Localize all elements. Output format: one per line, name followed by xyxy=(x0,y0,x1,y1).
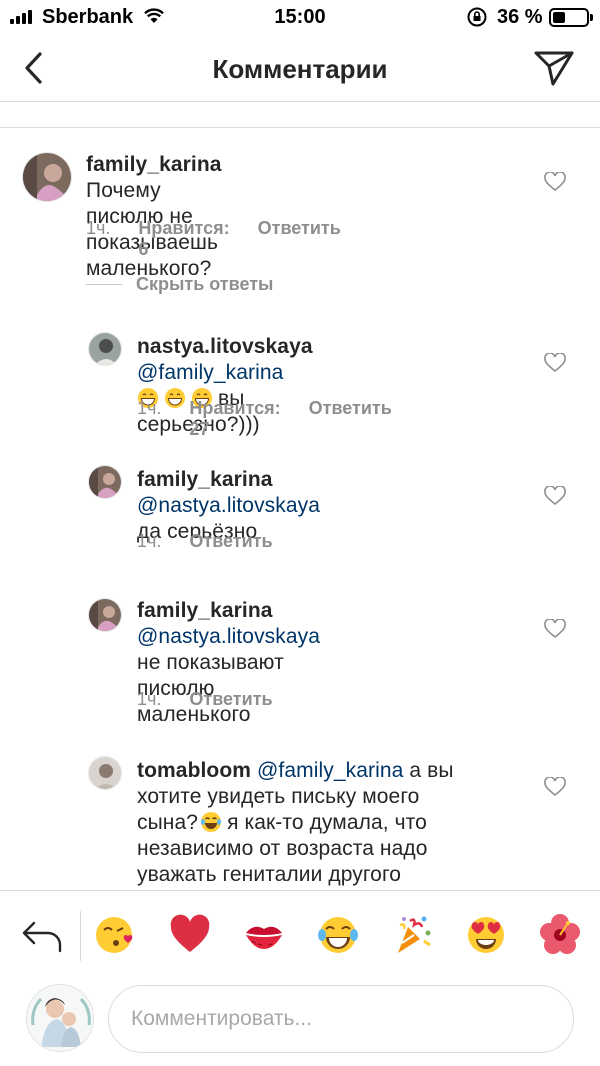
quick-emoji-bar xyxy=(0,890,600,978)
comment-username[interactable]: family_karina xyxy=(137,599,273,622)
hide-replies-label: Скрыть ответы xyxy=(136,274,274,294)
battery-percent: 36 % xyxy=(497,6,543,28)
rotation-lock-icon xyxy=(467,7,487,27)
comment-username[interactable]: family_karina xyxy=(86,153,222,176)
like-heart-icon[interactable] xyxy=(544,486,566,506)
comment-body: а вы xyxy=(409,759,454,782)
divider-line xyxy=(86,284,122,285)
tears-of-joy-emoji[interactable] xyxy=(316,913,360,957)
like-heart-icon[interactable] xyxy=(544,172,566,192)
reply-button[interactable]: Ответить xyxy=(258,218,341,260)
page-title: Комментарии xyxy=(212,54,388,84)
reply-arrow-icon[interactable] xyxy=(20,915,64,955)
comment-username[interactable]: nastya.litovskaya xyxy=(137,335,313,358)
comment-username[interactable]: family_karina xyxy=(137,468,273,491)
comment-text: family_karina Почему писюлю не показывае… xyxy=(86,152,222,282)
comment-meta: 1ч. Ответить xyxy=(137,689,273,710)
divider xyxy=(80,911,81,961)
reply-button[interactable]: Ответить xyxy=(189,689,272,710)
avatar[interactable] xyxy=(88,332,122,366)
comment-time: 1ч. xyxy=(86,218,111,238)
mention-link[interactable]: @family_karina xyxy=(257,759,403,782)
reply-button[interactable]: Ответить xyxy=(309,398,392,440)
status-bar: Sberbank 15:00 36 % xyxy=(0,0,600,36)
likes-count[interactable]: Нравится: 6 xyxy=(138,218,229,260)
comment-meta: 1ч. Ответить xyxy=(137,531,273,552)
comment-time: 1ч. xyxy=(137,689,162,709)
red-heart-emoji[interactable] xyxy=(168,913,212,957)
like-heart-icon[interactable] xyxy=(544,619,566,639)
comment-input-bar xyxy=(0,978,600,1066)
mention-link[interactable]: @nastya.litovskaya xyxy=(137,494,320,517)
comment-username[interactable]: tomabloom xyxy=(137,759,251,782)
party-popper-emoji[interactable] xyxy=(390,913,434,957)
comment-body: сына? xyxy=(137,811,199,834)
mention-link[interactable]: @nastya.litovskaya xyxy=(137,625,320,648)
like-heart-icon[interactable] xyxy=(544,353,566,373)
likes-count[interactable]: Нравится: 27 xyxy=(189,398,280,440)
divider xyxy=(0,127,600,128)
comment-input[interactable] xyxy=(108,985,574,1053)
comment-time: 1ч. xyxy=(137,398,162,418)
comment-body: уважать гениталии другого xyxy=(137,863,402,886)
battery-icon xyxy=(549,8,593,27)
comment-body: независимо от возраста надо xyxy=(137,837,428,860)
comment-body: я как-то думала, что xyxy=(227,811,427,834)
avatar[interactable] xyxy=(88,598,122,632)
avatar[interactable] xyxy=(88,465,122,499)
direct-send-icon[interactable] xyxy=(532,48,576,88)
tears-of-joy-emoji xyxy=(201,812,222,832)
reply-button[interactable]: Ответить xyxy=(189,531,272,552)
my-avatar[interactable] xyxy=(26,984,94,1052)
comment-meta: 1ч. Нравится: 27 Ответить xyxy=(137,398,392,440)
heart-eyes-emoji[interactable] xyxy=(464,913,508,957)
header: Комментарии xyxy=(0,36,600,102)
avatar[interactable] xyxy=(22,152,72,202)
comment-meta: 1ч. Нравится: 6 Ответить xyxy=(86,218,341,260)
like-heart-icon[interactable] xyxy=(544,777,566,797)
comment-body: хотите увидеть письку моего xyxy=(137,785,420,808)
comment-text: tomabloom @family_karina а вы хотите уви… xyxy=(137,758,497,888)
avatar[interactable] xyxy=(88,756,122,790)
kiss-mark-emoji[interactable] xyxy=(242,913,286,957)
mention-link[interactable]: @family_karina xyxy=(137,361,283,384)
comment-time: 1ч. xyxy=(137,531,162,551)
kissing-heart-emoji[interactable] xyxy=(94,913,138,957)
hide-replies-button[interactable]: Скрыть ответы xyxy=(86,274,273,295)
hibiscus-emoji[interactable] xyxy=(538,913,582,957)
